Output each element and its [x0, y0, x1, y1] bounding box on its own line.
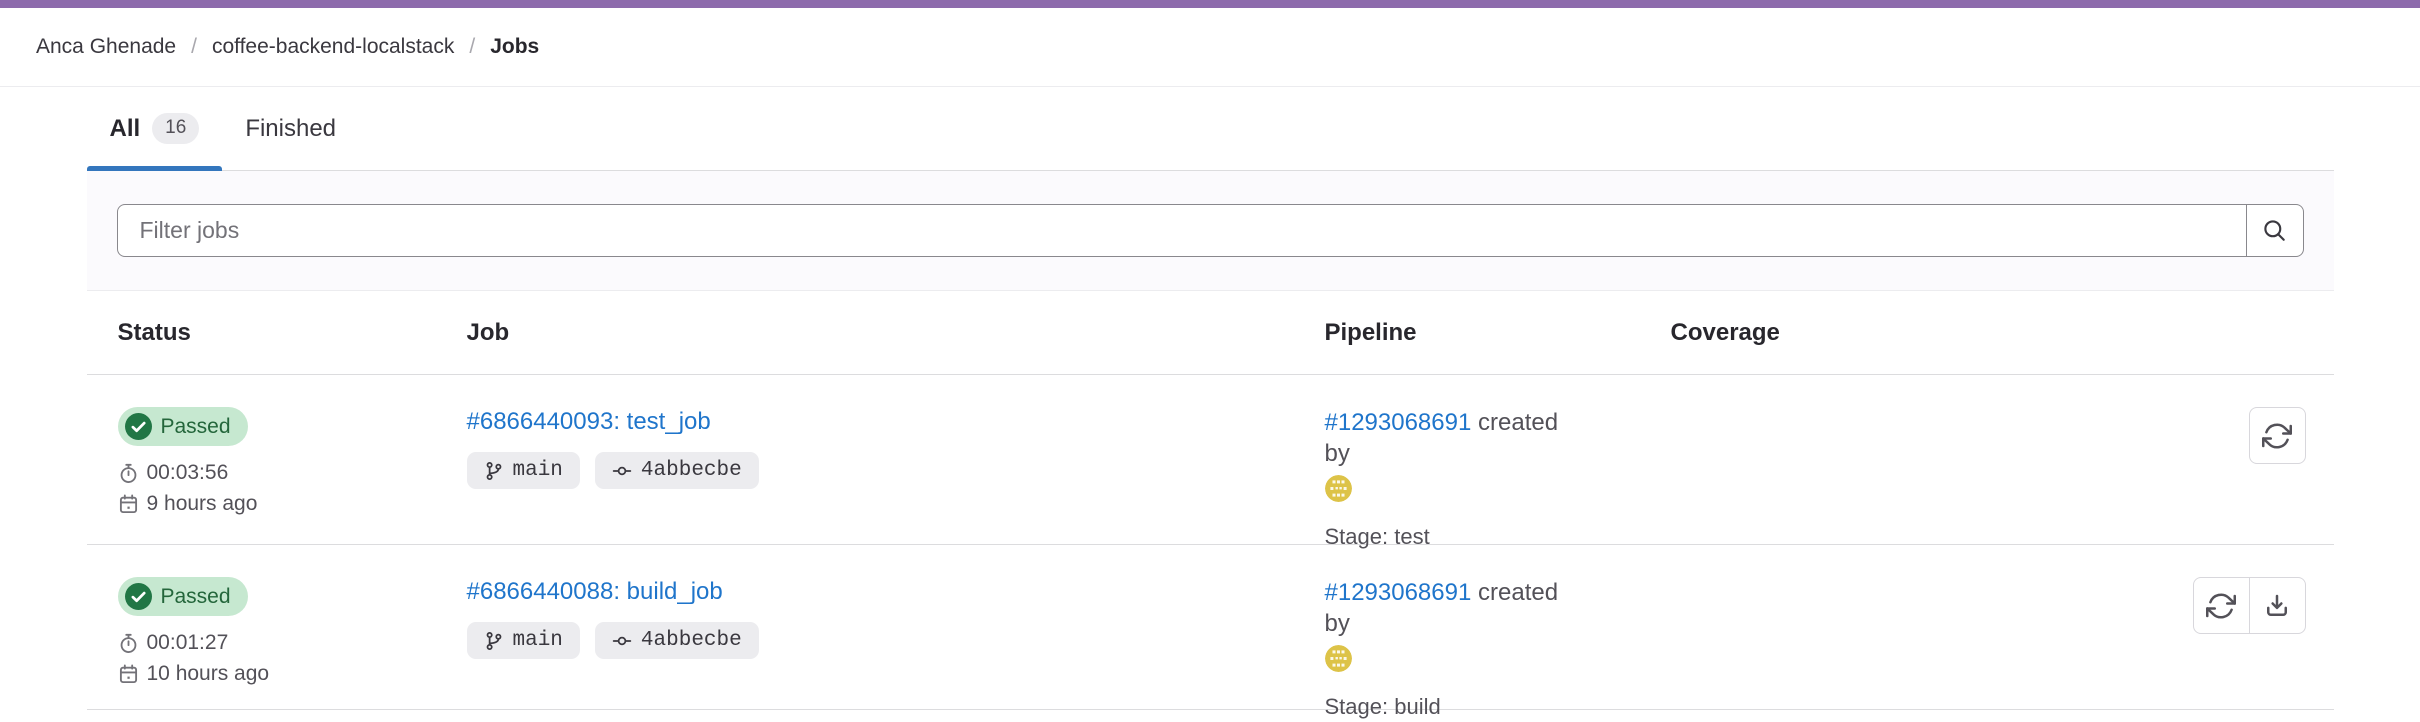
retry-job-button[interactable]	[2193, 577, 2250, 634]
job-age-value: 10 hours ago	[147, 662, 270, 686]
job-refs: main 4abbecbe	[467, 452, 1325, 489]
retry-job-button[interactable]	[2249, 407, 2306, 464]
check-circle-icon	[125, 413, 152, 440]
retry-icon	[2206, 591, 2236, 621]
status-cell: Passed 00:03:56 9 hours ago	[118, 407, 467, 516]
column-header-coverage: Coverage	[1671, 319, 2085, 347]
breadcrumb-separator: /	[191, 35, 197, 59]
table-row: Passed 00:03:56 9 hours ago	[87, 375, 2334, 545]
job-duration: 00:03:56	[118, 461, 467, 485]
pipeline-stage: Stage: test	[1325, 523, 1671, 552]
status-badge: Passed	[118, 407, 248, 446]
table-row: Passed 00:01:27 10 hours ago	[87, 545, 2334, 710]
filter-input-group	[117, 204, 2304, 257]
download-artifacts-button[interactable]	[2249, 577, 2306, 634]
status-cell: Passed 00:01:27 10 hours ago	[118, 577, 467, 686]
calendar-icon	[118, 664, 139, 685]
breadcrumb-project-link[interactable]: coffee-backend-localstack	[212, 35, 454, 59]
commit-sha: 4abbecbe	[641, 459, 742, 482]
pipeline-created-text: created	[1478, 409, 1558, 436]
pipeline-created-text: created	[1478, 579, 1558, 606]
job-duration: 00:01:27	[118, 631, 467, 655]
job-link[interactable]: #6866440088: build_job	[467, 578, 723, 606]
system-header-bar	[0, 0, 2420, 8]
actions-cell	[2193, 577, 2306, 634]
status-badge-label: Passed	[161, 413, 231, 440]
download-icon	[2262, 591, 2292, 621]
pipeline-info: #1293068691 created by	[1325, 577, 1671, 672]
column-header-job: Job	[467, 319, 1325, 347]
tab-all[interactable]: All 16	[87, 87, 223, 170]
pipeline-by-text: by	[1325, 440, 1350, 467]
stopwatch-icon	[118, 463, 139, 484]
breadcrumb-current-page: Jobs	[490, 35, 539, 59]
pipeline-cell: #1293068691 created by Stage: test	[1325, 407, 1671, 552]
job-link[interactable]: #6866440093: test_job	[467, 408, 711, 436]
status-badge-label: Passed	[161, 583, 231, 610]
pipeline-link[interactable]: #1293068691	[1325, 409, 1472, 436]
pipeline-link[interactable]: #1293068691	[1325, 579, 1472, 606]
job-age-value: 9 hours ago	[147, 492, 258, 516]
status-badge: Passed	[118, 577, 248, 616]
calendar-icon	[118, 494, 139, 515]
check-circle-icon	[125, 583, 152, 610]
branch-ref-pill[interactable]: main	[467, 622, 580, 659]
branch-icon	[484, 631, 504, 651]
filter-jobs-input[interactable]	[117, 204, 2247, 257]
pipeline-by-text: by	[1325, 610, 1350, 637]
job-duration-value: 00:01:27	[147, 631, 229, 655]
tab-all-count-badge: 16	[152, 113, 199, 144]
commit-icon	[612, 461, 632, 481]
branch-icon	[484, 461, 504, 481]
triggerer-avatar[interactable]	[1325, 645, 1671, 672]
triggerer-avatar[interactable]	[1325, 475, 1671, 502]
breadcrumb-bar: Anca Ghenade / coffee-backend-localstack…	[0, 8, 2420, 87]
breadcrumb-group-link[interactable]: Anca Ghenade	[36, 35, 176, 59]
search-icon	[2261, 217, 2288, 244]
column-header-status: Status	[118, 319, 467, 347]
filter-section	[87, 171, 2334, 291]
search-button[interactable]	[2246, 204, 2304, 257]
job-age: 10 hours ago	[118, 662, 467, 686]
jobs-tabs: All 16 Finished	[87, 87, 2334, 171]
tab-finished[interactable]: Finished	[222, 87, 359, 170]
commit-sha: 4abbecbe	[641, 629, 742, 652]
stopwatch-icon	[118, 633, 139, 654]
job-duration-value: 00:03:56	[147, 461, 229, 485]
job-cell: #6866440093: test_job main	[467, 407, 1325, 489]
retry-icon	[2262, 421, 2292, 451]
tab-finished-label: Finished	[245, 115, 336, 143]
commit-sha-pill[interactable]: 4abbecbe	[595, 622, 759, 659]
branch-name: main	[513, 629, 563, 652]
breadcrumb: Anca Ghenade / coffee-backend-localstack…	[36, 35, 539, 59]
actions-button-group	[2193, 577, 2306, 634]
actions-cell	[2249, 407, 2306, 464]
column-header-pipeline: Pipeline	[1325, 319, 1671, 347]
job-cell: #6866440088: build_job main	[467, 577, 1325, 659]
tab-all-label: All	[110, 115, 141, 143]
table-header-row: Status Job Pipeline Coverage	[87, 291, 2334, 375]
pipeline-cell: #1293068691 created by Stage: build	[1325, 577, 1671, 722]
breadcrumb-separator: /	[469, 35, 475, 59]
pipeline-info: #1293068691 created by	[1325, 407, 1671, 502]
job-age: 9 hours ago	[118, 492, 467, 516]
commit-icon	[612, 631, 632, 651]
commit-sha-pill[interactable]: 4abbecbe	[595, 452, 759, 489]
branch-ref-pill[interactable]: main	[467, 452, 580, 489]
branch-name: main	[513, 459, 563, 482]
job-refs: main 4abbecbe	[467, 622, 1325, 659]
